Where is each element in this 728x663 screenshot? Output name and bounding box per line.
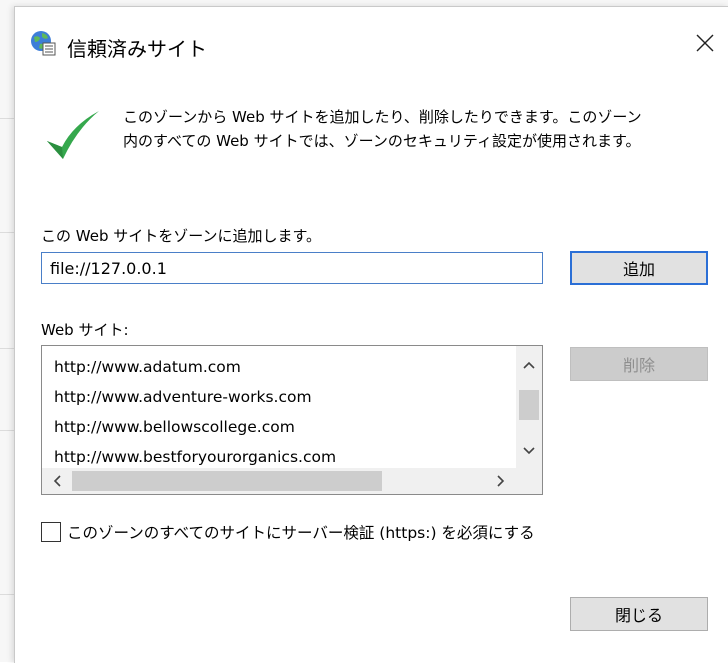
background-divider [0, 348, 14, 349]
add-site-label: この Web サイトをゾーンに追加します。 [41, 227, 321, 245]
scroll-corner [516, 468, 542, 494]
list-item[interactable]: http://www.bestforyourorganics.com [54, 448, 336, 466]
close-button-titlebar[interactable] [685, 25, 725, 65]
close-button[interactable]: 閉じる [570, 597, 708, 631]
title-bar: 信頼済みサイト [15, 7, 728, 77]
info-message: このゾーンから Web サイトを追加したり、削除したりできます。このゾーン 内の… [123, 105, 723, 153]
background-divider [0, 430, 14, 431]
dialog-title: 信頼済みサイト [67, 37, 207, 61]
horizontal-scrollbar[interactable] [42, 468, 516, 494]
add-button[interactable]: 追加 [570, 251, 708, 285]
horizontal-scroll-thumb[interactable] [72, 471, 382, 491]
background-divider [0, 232, 14, 233]
checkmark-icon [43, 107, 101, 165]
globe-check-icon [29, 29, 57, 57]
scroll-right-icon[interactable] [488, 468, 514, 494]
https-require-label[interactable]: このゾーンのすべてのサイトにサーバー検証 (https:) を必須にする [67, 521, 535, 543]
scroll-up-icon[interactable] [516, 352, 542, 378]
background-divider [0, 118, 14, 119]
scroll-down-icon[interactable] [516, 438, 542, 464]
trusted-sites-dialog: 信頼済みサイト このゾーンから Web サイトを追加したり、削除したりできます。… [14, 6, 728, 663]
https-require-checkbox[interactable] [41, 522, 61, 542]
list-item[interactable]: http://www.adatum.com [54, 358, 241, 376]
close-icon [695, 33, 715, 57]
vertical-scroll-thumb[interactable] [519, 390, 539, 420]
delete-button[interactable]: 削除 [570, 347, 708, 381]
info-line-2: 内のすべての Web サイトでは、ゾーンのセキュリティ設定が使用されます。 [123, 132, 641, 150]
list-item[interactable]: http://www.bellowscollege.com [54, 418, 295, 436]
background-divider [0, 594, 14, 595]
vertical-scrollbar[interactable] [516, 346, 542, 468]
website-url-input[interactable] [41, 252, 543, 284]
list-item[interactable]: http://www.adventure-works.com [54, 388, 312, 406]
websites-listbox[interactable]: http://www.adatum.com http://www.adventu… [41, 345, 543, 495]
info-line-1: このゾーンから Web サイトを追加したり、削除したりできます。このゾーン [123, 108, 642, 126]
websites-label: Web サイト: [41, 321, 129, 339]
scroll-left-icon[interactable] [44, 468, 70, 494]
https-require-option[interactable]: このゾーンのすべてのサイトにサーバー検証 (https:) を必須にする [41, 519, 535, 545]
